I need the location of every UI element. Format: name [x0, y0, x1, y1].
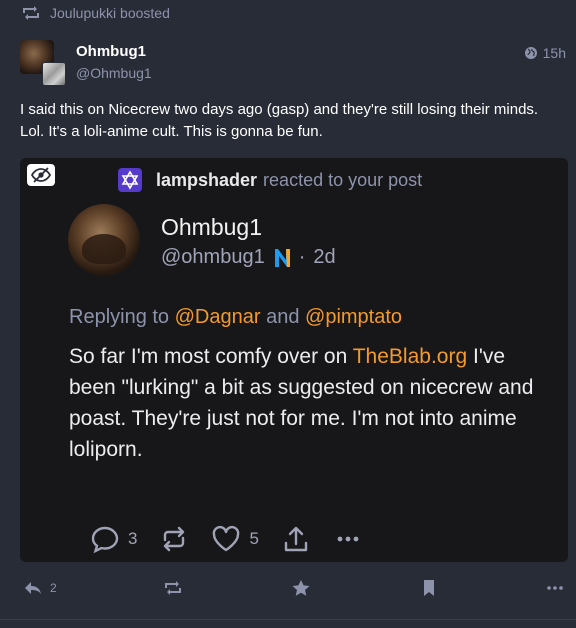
favourite-button[interactable] [292, 580, 310, 596]
bookmark-button[interactable] [420, 580, 438, 596]
inner-like: 5 [211, 524, 259, 554]
globe-icon [524, 47, 537, 59]
inner-handle-row: @ohmbug1 · 2d [161, 246, 336, 269]
share-icon [284, 526, 308, 552]
inner-post-text: So far I'm most comfy over on TheBlab.or… [69, 341, 539, 465]
reply-count: 2 [50, 581, 57, 595]
more-button[interactable] [546, 580, 564, 596]
inner-like-count: 5 [249, 529, 259, 548]
mention-pimptato: @pimptato [305, 306, 403, 328]
retweet-icon [23, 6, 39, 20]
boost-indicator: Joulupukki boosted [22, 4, 170, 22]
notification-action: reacted to your post [263, 169, 423, 190]
author-handle[interactable]: @Ohmbug1 [76, 65, 152, 81]
notification-badge [118, 168, 142, 192]
reply-prefix: Replying to [69, 306, 170, 328]
replying-to-line: Replying to @Dagnar and @pimptato [69, 306, 402, 329]
inner-avatar [68, 204, 140, 276]
timestamp-text[interactable]: 15h [543, 45, 566, 61]
inner-handle: @ohmbug1 [161, 246, 265, 268]
inner-more [333, 524, 363, 554]
embedded-screenshot[interactable]: lampshader reacted to your post Ohmbug1 … [20, 158, 568, 562]
inner-reply-count: 3 [128, 529, 138, 548]
post-timestamp[interactable]: 15h [524, 45, 566, 61]
retweet-icon [165, 581, 181, 595]
reply-button[interactable]: 2 [24, 580, 57, 596]
bookmark-icon [424, 580, 434, 596]
boost-text[interactable]: Joulupukki boosted [50, 5, 170, 21]
star-icon [292, 580, 310, 596]
inner-text-start: So far I'm most comfy over on [69, 345, 348, 368]
divider [0, 619, 576, 620]
star-of-david-icon [121, 170, 139, 190]
n-logo-icon [274, 248, 290, 267]
ellipsis-icon [337, 536, 359, 542]
reply-all-icon [25, 582, 41, 594]
notification-row: lampshader reacted to your post [118, 168, 422, 192]
inner-reply: 3 [90, 524, 137, 554]
theblab-link: TheBlab.org [352, 345, 468, 368]
boost-button[interactable] [164, 580, 182, 596]
inner-share [281, 524, 311, 554]
heart-icon [213, 525, 240, 552]
notification-user: lampshader [156, 169, 258, 190]
inner-separator: · [298, 246, 306, 268]
comment-icon [91, 526, 119, 554]
author-display-name[interactable]: Ohmbug1 [76, 43, 146, 60]
status-content: I said this on Nicecrew two days ago (ga… [20, 101, 539, 140]
booster-avatar[interactable] [42, 62, 66, 86]
ellipsis-icon [547, 586, 563, 590]
inner-time: 2d [313, 246, 336, 268]
inner-action-bar: 3 5 [90, 524, 385, 554]
inner-repost [159, 524, 189, 554]
inner-display-name: Ohmbug1 [161, 214, 263, 240]
avatar[interactable] [20, 40, 66, 86]
hide-media-button[interactable] [27, 164, 55, 186]
repost-icon [164, 526, 185, 552]
reply-and: and [266, 306, 300, 328]
mention-dagnar: @Dagnar [174, 306, 261, 328]
status-action-bar: 2 [0, 576, 576, 604]
eye-slash-icon [31, 167, 51, 183]
